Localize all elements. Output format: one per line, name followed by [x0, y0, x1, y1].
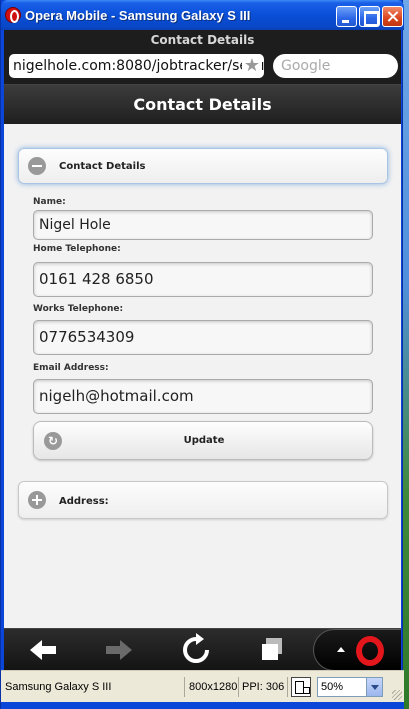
update-button[interactable]: ↻ Update — [33, 421, 373, 460]
email-field[interactable]: nigelh@hotmail.com — [33, 379, 373, 414]
works-telephone-field[interactable]: 0776534309 — [33, 320, 373, 355]
window-titlebar[interactable]: Opera Mobile - Samsung Galaxy S III — [1, 0, 404, 30]
contact-details-collapsible[interactable]: Contact Details — [18, 148, 388, 184]
device-name: Samsung Galaxy S III — [5, 681, 112, 693]
name-field[interactable]: Nigel Hole — [33, 210, 373, 240]
opera-menu-button[interactable] — [313, 629, 401, 671]
resolution-readout: 800x1280 — [189, 681, 238, 693]
home-telephone-field[interactable]: 0161 428 6850 — [33, 262, 373, 297]
email-label: Email Address: — [33, 363, 109, 373]
works-telephone-label: Works Telephone: — [33, 304, 124, 314]
maximize-button[interactable] — [359, 6, 380, 27]
zoom-value: 50% — [321, 681, 344, 693]
browser-toolbar — [4, 628, 401, 671]
window-bottom-border — [1, 702, 404, 709]
app-header: Contact Details — [4, 84, 401, 124]
address-collapsible[interactable]: Address: — [18, 481, 388, 519]
page-title: Contact Details — [133, 95, 272, 114]
resize-grip[interactable] — [392, 690, 402, 700]
zoom-select[interactable]: 50% — [317, 677, 383, 697]
status-bar: Samsung Galaxy S III 800x1280 PPI: 306 5… — [1, 670, 404, 702]
ppi-readout: PPI: 306 — [242, 681, 285, 693]
opera-logo-icon — [5, 7, 21, 23]
tabs-icon[interactable] — [255, 633, 289, 667]
url-text: nigelhole.com:8080/jobtracker/secu — [13, 58, 264, 74]
expand-plus-icon — [28, 491, 46, 509]
chevron-down-icon[interactable] — [366, 678, 382, 696]
minimize-button[interactable] — [336, 6, 357, 27]
collapse-minus-icon — [28, 157, 46, 175]
page-content: Contact Details Name: Nigel Hole Home Te… — [4, 124, 401, 628]
name-label: Name: — [33, 197, 66, 207]
address-bar[interactable]: nigelhole.com:8080/jobtracker/secu ★ — [9, 54, 264, 78]
bookmark-star-icon[interactable]: ★ — [242, 54, 262, 78]
window-title: Opera Mobile - Samsung Galaxy S III — [25, 8, 251, 23]
desktop-background — [403, 0, 409, 709]
rotate-screen-button[interactable] — [291, 677, 311, 697]
home-telephone-label: Home Telephone: — [33, 244, 121, 254]
browser-viewport: Contact Details nigelhole.com:8080/jobtr… — [4, 30, 401, 671]
up-arrow-icon — [337, 647, 345, 652]
close-button[interactable] — [382, 6, 403, 27]
emulator-window: Opera Mobile - Samsung Galaxy S III Cont… — [0, 0, 404, 709]
update-button-label: Update — [183, 435, 225, 446]
forward-arrow-icon[interactable] — [102, 633, 136, 667]
reload-icon[interactable] — [179, 633, 213, 667]
opera-o-icon — [356, 636, 384, 666]
contact-details-heading: Contact Details — [59, 161, 146, 172]
search-input[interactable]: Google — [273, 54, 398, 78]
browser-page-title: Contact Details — [150, 33, 255, 47]
back-arrow-icon[interactable] — [26, 633, 60, 667]
address-heading: Address: — [59, 496, 109, 507]
